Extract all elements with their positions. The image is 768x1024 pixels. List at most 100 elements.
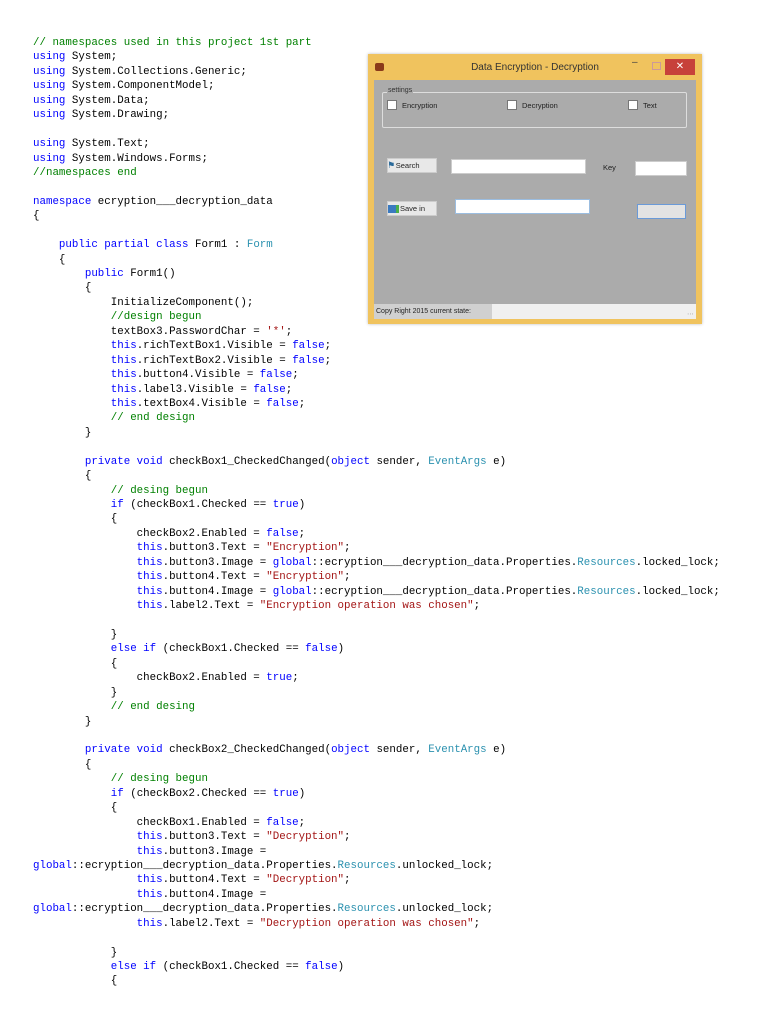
code-line: this.button4.Image = global::ecryption__… bbox=[33, 585, 720, 599]
code-token: } bbox=[33, 426, 92, 439]
code-line: this.richTextBox1.Visible = false; bbox=[33, 339, 720, 353]
settings-group-label: settings bbox=[387, 87, 414, 94]
code-line: // end desing bbox=[33, 700, 720, 714]
checkbox-box[interactable] bbox=[507, 100, 517, 110]
code-line: this.textBox4.Visible = false; bbox=[33, 397, 720, 411]
code-token: ; bbox=[324, 354, 332, 367]
code-token: true bbox=[272, 787, 299, 800]
code-line: checkBox1.Enabled = false; bbox=[33, 816, 720, 830]
search-person-icon: ⚑ bbox=[388, 160, 395, 170]
code-token: // desing begun bbox=[110, 484, 208, 497]
key-input[interactable] bbox=[635, 161, 687, 176]
code-token: { bbox=[33, 470, 92, 483]
code-token: Form1 : bbox=[188, 239, 247, 252]
code-token: using bbox=[33, 80, 66, 93]
code-token: false bbox=[259, 369, 293, 382]
code-token: this bbox=[110, 354, 137, 367]
code-line: this.button4.Visible = false; bbox=[33, 368, 720, 382]
code-token: "Encryption" bbox=[266, 542, 345, 555]
code-token: //namespaces end bbox=[33, 166, 137, 179]
code-line: this.richTextBox2.Visible = false; bbox=[33, 354, 720, 368]
code-token: this bbox=[136, 888, 163, 901]
code-token: .unlocked_lock; bbox=[395, 859, 494, 872]
code-token: ) bbox=[298, 499, 306, 511]
code-token: object bbox=[331, 744, 370, 757]
code-line: this.label2.Text = "Decryption operation… bbox=[33, 917, 720, 931]
code-token: { bbox=[33, 657, 118, 670]
decryption-checkbox[interactable]: Decryption bbox=[507, 100, 558, 110]
code-line: { bbox=[33, 657, 720, 671]
code-line: } bbox=[33, 628, 720, 642]
destination-path-input[interactable] bbox=[455, 199, 590, 214]
code-token: this bbox=[136, 571, 163, 584]
code-token: if bbox=[110, 787, 124, 800]
code-token: false bbox=[266, 397, 299, 410]
code-token: "Decryption" bbox=[266, 874, 345, 887]
code-token: checkBox1.Enabled = bbox=[33, 816, 267, 829]
code-token: "Encryption" bbox=[266, 571, 345, 584]
text-checkbox[interactable]: Text bbox=[628, 100, 657, 110]
code-token: .button4.Image = bbox=[162, 888, 267, 901]
code-token: this bbox=[136, 542, 163, 555]
code-token: textBox3.PasswordChar = bbox=[33, 325, 267, 338]
code-token: global bbox=[272, 585, 312, 598]
code-token: this bbox=[110, 397, 137, 410]
code-token: false bbox=[305, 643, 338, 656]
encryption-checkbox[interactable]: Encryption bbox=[387, 100, 437, 110]
checkbox-box[interactable] bbox=[628, 100, 638, 110]
code-token: System.Text; bbox=[65, 138, 150, 151]
minimize-button[interactable]: – bbox=[632, 58, 640, 70]
code-line: this.button3.Image = bbox=[33, 845, 720, 859]
code-token: Resources bbox=[337, 903, 396, 916]
code-token: false bbox=[292, 340, 325, 353]
search-button[interactable]: ⚑ Search bbox=[387, 158, 437, 173]
code-token: System.Drawing; bbox=[65, 109, 170, 122]
code-token: EventArgs bbox=[428, 455, 487, 468]
code-token: Resources bbox=[577, 585, 636, 598]
code-token: false bbox=[266, 527, 299, 540]
source-path-input[interactable] bbox=[451, 159, 586, 174]
checkbox-label: Encryption bbox=[402, 100, 438, 110]
maximize-button[interactable] bbox=[652, 62, 661, 70]
code-token: ; bbox=[298, 816, 306, 829]
code-token: System; bbox=[65, 51, 118, 64]
code-token: ::ecryption___decryption_data.Properties… bbox=[71, 859, 338, 872]
code-token: sender, bbox=[369, 455, 429, 468]
code-token: ; bbox=[473, 600, 481, 613]
settings-groupbox: settings Encryption Decryption Text bbox=[382, 87, 687, 128]
code-token: false bbox=[253, 383, 286, 396]
code-token: ) bbox=[337, 643, 345, 656]
code-line: this.button4.Text = "Encryption"; bbox=[33, 570, 720, 584]
checkbox-box[interactable] bbox=[387, 100, 397, 110]
code-line: this.button3.Text = "Encryption"; bbox=[33, 541, 720, 555]
code-token: ) bbox=[298, 787, 306, 800]
close-button[interactable]: ✕ bbox=[665, 59, 695, 75]
checkbox-label: Decryption bbox=[522, 100, 558, 110]
code-token: .label3.Visible = bbox=[136, 383, 254, 396]
code-token: ::ecryption___decryption_data.Properties… bbox=[71, 903, 338, 916]
code-token: else if bbox=[110, 643, 157, 656]
save-in-button[interactable]: Save in bbox=[387, 201, 437, 216]
code-token: this bbox=[136, 874, 163, 887]
action-button[interactable] bbox=[637, 204, 686, 219]
code-token: e) bbox=[486, 455, 507, 468]
code-token: '*' bbox=[266, 325, 286, 338]
code-line: // desing begun bbox=[33, 772, 720, 786]
code-token: ::ecryption___decryption_data.Properties… bbox=[311, 556, 578, 569]
resize-grip-icon[interactable]: ⋯ bbox=[687, 310, 694, 318]
code-token: //design begun bbox=[110, 311, 202, 324]
code-token: global bbox=[272, 556, 312, 569]
status-bar: Copy Right 2015 current state: ⋯ bbox=[374, 304, 696, 319]
code-token: this bbox=[136, 917, 163, 930]
code-token: .button3.Image = bbox=[162, 556, 273, 569]
code-token: System.ComponentModel; bbox=[65, 80, 215, 93]
